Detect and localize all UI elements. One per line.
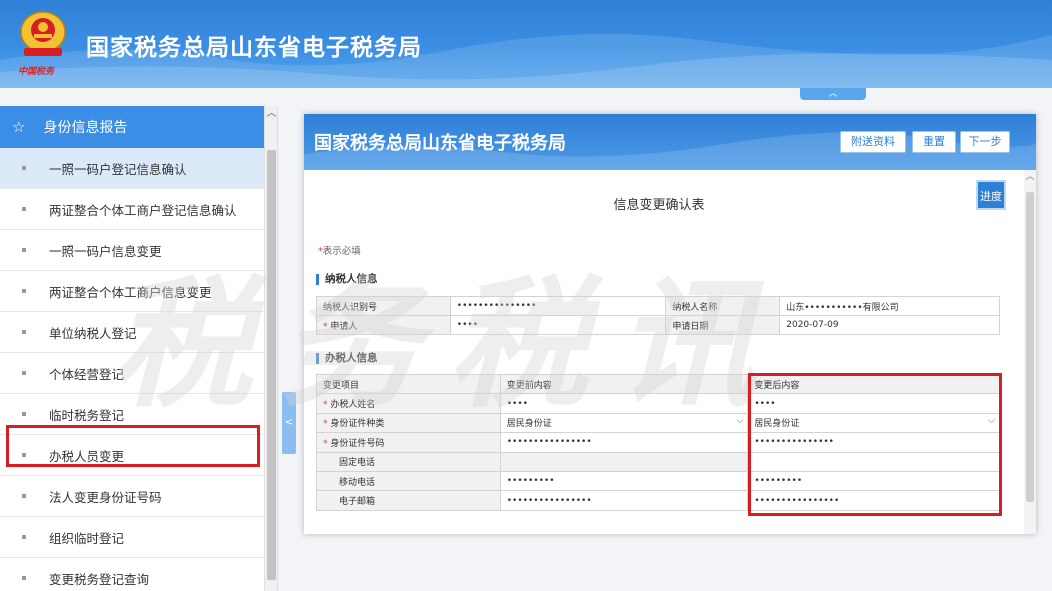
applicant-label-text: 申请人 bbox=[330, 321, 358, 332]
collapse-strip bbox=[0, 88, 1052, 102]
star-icon: ☆ bbox=[12, 118, 26, 136]
sidebar-item-confirm-registration[interactable]: 一照一码户登记信息确认 bbox=[0, 148, 264, 189]
attach-materials-button[interactable]: 附送资料 bbox=[840, 131, 906, 153]
sidebar-item-label: 一照一码户登记信息确认 bbox=[49, 161, 187, 177]
sidebar-item-label: 组织临时登记 bbox=[49, 530, 125, 546]
row-item-label: * 办税人姓名 bbox=[316, 393, 501, 414]
row-item-label: 电子邮箱 bbox=[316, 490, 501, 511]
bullet-icon bbox=[22, 576, 26, 580]
id-type-before-select: 居民身份证 ⌵ bbox=[499, 412, 749, 434]
table-row: 纳税人识别号 ••••••••••••••• 纳税人名称 山东•••••••••… bbox=[316, 296, 1000, 316]
taxpayer-info-table: 纳税人识别号 ••••••••••••••• 纳税人名称 山东•••••••••… bbox=[316, 296, 1000, 335]
chevron-down-icon: ⌵ bbox=[736, 415, 744, 426]
id-type-before-value: 居民身份证 bbox=[506, 419, 552, 430]
column-header-before: 变更前内容 bbox=[499, 373, 749, 395]
site-title: 国家税务总局山东省电子税务局 bbox=[86, 35, 422, 61]
sidebar-item-label: 变更税务登记查询 bbox=[49, 571, 150, 587]
sidebar-section-header[interactable]: ☆ 身份信息报告 bbox=[0, 106, 277, 148]
required-note: *表示必填 bbox=[318, 243, 361, 257]
sidebar-item-org-temp-registration[interactable]: 组织临时登记 bbox=[0, 517, 264, 558]
required-note-text: 表示必填 bbox=[322, 246, 361, 257]
sidebar-item-individual-confirm[interactable]: 两证整合个体工商户登记信息确认 bbox=[0, 189, 264, 230]
applicant-label: * 申请人 bbox=[316, 315, 451, 335]
bullet-icon bbox=[22, 535, 26, 539]
row-item-label: * 身份证件种类 bbox=[316, 412, 501, 434]
email-before: •••••••••••••••• bbox=[499, 490, 749, 511]
bullet-icon bbox=[22, 494, 26, 498]
chevron-up-icon[interactable]: ︿ bbox=[265, 106, 277, 122]
highlight-box-after-content bbox=[748, 373, 1002, 516]
row-item-label: 固定电话 bbox=[316, 451, 501, 472]
row-item-text: 身份证件号码 bbox=[330, 438, 385, 449]
column-header-item: 变更项目 bbox=[316, 373, 501, 395]
bullet-icon bbox=[22, 412, 26, 416]
sidebar-section-title: 身份信息报告 bbox=[43, 120, 128, 136]
sidebar-scroll-thumb[interactable] bbox=[267, 150, 276, 580]
agent-name-before: •••• bbox=[499, 393, 749, 414]
chevron-up-icon[interactable]: ︿ bbox=[1024, 170, 1036, 184]
taxpayer-id-value: ••••••••••••••• bbox=[449, 296, 667, 316]
bullet-icon bbox=[22, 166, 26, 170]
id-number-before: •••••••••••••••• bbox=[499, 432, 749, 453]
table-row: * 申请人 •••• 申请日期 2020-07-09 bbox=[316, 315, 1000, 335]
panel-title: 国家税务总局山东省电子税务局 bbox=[314, 133, 566, 154]
sidebar-collapse-toggle[interactable]: < bbox=[282, 392, 296, 454]
row-item-label: * 身份证件号码 bbox=[316, 432, 501, 453]
row-item-label: 移动电话 bbox=[316, 470, 501, 492]
required-mark: * bbox=[323, 419, 328, 430]
next-step-button[interactable]: 下一步 bbox=[960, 131, 1010, 153]
landline-before bbox=[499, 451, 749, 472]
sidebar-item-business-registration[interactable]: 个体经营登记 bbox=[0, 353, 264, 394]
tax-emblem-icon bbox=[14, 10, 72, 60]
panel-scroll-thumb[interactable] bbox=[1026, 192, 1034, 502]
sidebar-item-label: 一照一码户信息变更 bbox=[49, 243, 162, 259]
row-item-text: 办税人姓名 bbox=[330, 400, 376, 411]
bullet-icon bbox=[22, 371, 26, 375]
required-mark: * bbox=[323, 321, 328, 332]
required-mark: * bbox=[323, 400, 328, 411]
bullet-icon bbox=[22, 289, 26, 293]
sidebar-item-legal-id-change[interactable]: 法人变更身份证号码 bbox=[0, 476, 264, 517]
highlight-box-agent-change bbox=[6, 425, 260, 467]
emblem-caption: 中国税务 bbox=[18, 67, 55, 77]
panel-scrollbar[interactable]: ︿ bbox=[1024, 170, 1036, 534]
sidebar-item-label: 单位纳税人登记 bbox=[49, 325, 137, 341]
chevron-left-icon: < bbox=[284, 417, 294, 428]
sidebar-item-change-query[interactable]: 变更税务登记查询 bbox=[0, 558, 264, 591]
taxpayer-section-title: 纳税人信息 bbox=[316, 274, 378, 285]
sidebar-item-unit-registration[interactable]: 单位纳税人登记 bbox=[0, 312, 264, 353]
sidebar: ☆ 身份信息报告 一照一码户登记信息确认 两证整合个体工商户登记信息确认 一照一… bbox=[0, 106, 278, 591]
applicant-value: •••• bbox=[449, 315, 667, 335]
sidebar-scrollbar[interactable]: ︿ bbox=[264, 106, 277, 591]
required-mark: * bbox=[323, 438, 328, 449]
sidebar-item-info-change[interactable]: 一照一码户信息变更 bbox=[0, 230, 264, 271]
collapse-header-button[interactable]: ︿ bbox=[800, 88, 866, 100]
bullet-icon bbox=[22, 207, 26, 211]
bullet-icon bbox=[22, 330, 26, 334]
apply-date-value: 2020-07-09 bbox=[779, 315, 1000, 335]
taxpayer-name-value: 山东•••••••••••有限公司 bbox=[779, 296, 1000, 316]
mobile-before: ••••••••• bbox=[499, 470, 749, 492]
sidebar-item-label: 个体经营登记 bbox=[49, 366, 125, 382]
taxpayer-name-label: 纳税人名称 bbox=[665, 296, 781, 316]
chevron-up-icon: ︿ bbox=[828, 89, 838, 99]
sidebar-item-individual-change[interactable]: 两证整合个体工商户信息变更 bbox=[0, 271, 264, 312]
apply-date-label: 申请日期 bbox=[665, 315, 781, 335]
site-header: 中国税务 国家税务总局山东省电子税务局 bbox=[0, 0, 1052, 88]
sidebar-item-label: 临时税务登记 bbox=[49, 407, 125, 423]
taxpayer-id-label: 纳税人识别号 bbox=[316, 296, 451, 316]
sidebar-item-label: 两证整合个体工商户登记信息确认 bbox=[49, 202, 237, 218]
agent-section-title: 办税人信息 bbox=[316, 353, 378, 364]
panel-header: 国家税务总局山东省电子税务局 附送资料 重置 下一步 bbox=[304, 114, 1036, 170]
sidebar-item-label: 两证整合个体工商户信息变更 bbox=[49, 284, 212, 300]
sidebar-item-label: 法人变更身份证号码 bbox=[49, 489, 162, 505]
bullet-icon bbox=[22, 248, 26, 252]
form-title: 信息变更确认表 bbox=[613, 198, 705, 213]
reset-button[interactable]: 重置 bbox=[912, 131, 956, 153]
row-item-text: 身份证件种类 bbox=[330, 419, 385, 430]
